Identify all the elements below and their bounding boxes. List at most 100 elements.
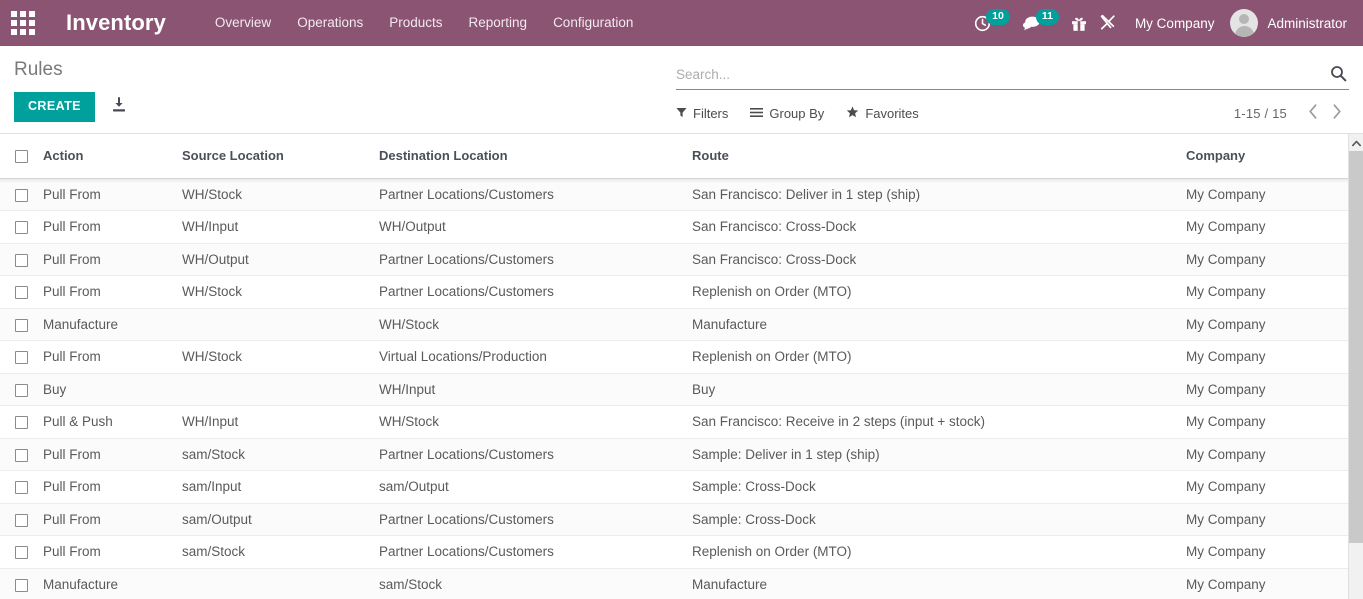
cell-source <box>182 568 379 599</box>
column-header-route[interactable]: Route <box>692 134 1186 178</box>
row-checkbox[interactable] <box>15 416 28 429</box>
search-options-bar: Filters Group By Favor <box>676 99 1349 127</box>
cell-source: WH/Stock <box>182 276 379 309</box>
row-checkbox[interactable] <box>15 579 28 592</box>
cell-action: Pull From <box>43 438 182 471</box>
table-row[interactable]: Pull FromWH/StockVirtual Locations/Produ… <box>0 341 1348 374</box>
table-row[interactable]: Pull FromWH/OutputPartner Locations/Cust… <box>0 243 1348 276</box>
row-checkbox[interactable] <box>15 254 28 267</box>
activity-menu[interactable]: 10 <box>968 0 1016 46</box>
table-row[interactable]: Pull FromWH/StockPartner Locations/Custo… <box>0 276 1348 309</box>
table-row[interactable]: Pull FromWH/StockPartner Locations/Custo… <box>0 178 1348 211</box>
pager-previous-button[interactable] <box>1301 104 1325 122</box>
table-row[interactable]: BuyWH/InputBuyMy Company <box>0 373 1348 406</box>
table-row[interactable]: Pull FromWH/InputWH/OutputSan Francisco:… <box>0 211 1348 244</box>
row-select-cell <box>0 568 43 599</box>
row-checkbox[interactable] <box>15 514 28 527</box>
column-header-destination[interactable]: Destination Location <box>379 134 692 178</box>
cell-source <box>182 308 379 341</box>
select-all-checkbox[interactable] <box>15 150 28 163</box>
table-row[interactable]: Pull Fromsam/OutputPartner Locations/Cus… <box>0 503 1348 536</box>
cell-destination: WH/Stock <box>379 308 692 341</box>
menu-item-operations[interactable]: Operations <box>284 0 376 46</box>
control-panel: Rules CREATE <box>0 46 1363 134</box>
cell-source: sam/Stock <box>182 438 379 471</box>
table-row[interactable]: Pull & PushWH/InputWH/StockSan Francisco… <box>0 406 1348 439</box>
main-menu: Overview Operations Products Reporting C… <box>202 0 646 46</box>
cell-company: My Company <box>1186 211 1348 244</box>
row-checkbox[interactable] <box>15 351 28 364</box>
cell-company: My Company <box>1186 503 1348 536</box>
column-header-action[interactable]: Action <box>43 134 182 178</box>
app-brand-inventory[interactable]: Inventory <box>66 10 166 36</box>
row-select-cell <box>0 373 43 406</box>
group-by-dropdown[interactable]: Group By <box>750 106 824 121</box>
user-menu[interactable]: Administrator <box>1226 9 1355 37</box>
import-records-button[interactable] <box>111 97 127 118</box>
control-panel-left: Rules CREATE <box>0 46 127 122</box>
debug-tools-menu[interactable] <box>1093 0 1123 46</box>
pager-next-button[interactable] <box>1325 104 1349 122</box>
cell-company: My Company <box>1186 308 1348 341</box>
table-row[interactable]: ManufactureWH/StockManufactureMy Company <box>0 308 1348 341</box>
cell-destination: Partner Locations/Customers <box>379 243 692 276</box>
cell-company: My Company <box>1186 373 1348 406</box>
vertical-scrollbar[interactable] <box>1348 134 1363 599</box>
cell-route: Sample: Cross-Dock <box>692 503 1186 536</box>
row-checkbox[interactable] <box>15 546 28 559</box>
table-row[interactable]: Pull Fromsam/Inputsam/OutputSample: Cros… <box>0 471 1348 504</box>
cell-company: My Company <box>1186 471 1348 504</box>
row-select-cell <box>0 276 43 309</box>
cell-action: Buy <box>43 373 182 406</box>
row-checkbox[interactable] <box>15 221 28 234</box>
group-by-label: Group By <box>769 106 824 121</box>
messaging-menu[interactable]: 11 <box>1016 0 1065 46</box>
row-checkbox[interactable] <box>15 449 28 462</box>
select-all-header <box>0 134 43 178</box>
search-button[interactable] <box>1328 65 1349 85</box>
cell-company: My Company <box>1186 243 1348 276</box>
menu-item-reporting[interactable]: Reporting <box>456 0 541 46</box>
search-input[interactable] <box>676 64 1328 86</box>
cell-action: Manufacture <box>43 308 182 341</box>
scrollbar-thumb[interactable] <box>1349 151 1363 543</box>
create-button[interactable]: CREATE <box>14 92 95 122</box>
apps-grid-icon <box>11 11 35 35</box>
company-switcher[interactable]: My Company <box>1123 16 1227 31</box>
messages-count-badge: 11 <box>1036 9 1059 25</box>
cell-route: Replenish on Order (MTO) <box>692 536 1186 569</box>
apps-menu-toggle[interactable] <box>0 0 46 46</box>
gift-menu[interactable] <box>1065 0 1093 46</box>
table-row[interactable]: Pull Fromsam/StockPartner Locations/Cust… <box>0 536 1348 569</box>
cell-source: sam/Input <box>182 471 379 504</box>
cell-destination: Partner Locations/Customers <box>379 276 692 309</box>
row-checkbox[interactable] <box>15 319 28 332</box>
cell-company: My Company <box>1186 568 1348 599</box>
control-panel-right: Filters Group By Favor <box>676 46 1349 127</box>
list-view: Action Source Location Destination Locat… <box>0 134 1363 599</box>
wrench-screwdriver-icon <box>1099 14 1117 32</box>
column-header-company[interactable]: Company <box>1186 134 1348 178</box>
cell-destination: WH/Stock <box>379 406 692 439</box>
menu-item-configuration[interactable]: Configuration <box>540 0 646 46</box>
table-row[interactable]: Pull Fromsam/StockPartner Locations/Cust… <box>0 438 1348 471</box>
row-select-cell <box>0 471 43 504</box>
cell-route: Manufacture <box>692 308 1186 341</box>
menu-item-overview[interactable]: Overview <box>202 0 284 46</box>
cell-source: WH/Input <box>182 211 379 244</box>
filters-dropdown[interactable]: Filters <box>676 106 728 121</box>
table-header-row: Action Source Location Destination Locat… <box>0 134 1348 178</box>
row-select-cell <box>0 308 43 341</box>
table-row[interactable]: Manufacturesam/StockManufactureMy Compan… <box>0 568 1348 599</box>
column-header-source[interactable]: Source Location <box>182 134 379 178</box>
scroll-up-button[interactable] <box>1349 134 1363 151</box>
row-checkbox[interactable] <box>15 189 28 202</box>
row-checkbox[interactable] <box>15 286 28 299</box>
rules-table: Action Source Location Destination Locat… <box>0 134 1348 599</box>
favorites-dropdown[interactable]: Favorites <box>846 106 918 121</box>
row-checkbox[interactable] <box>15 384 28 397</box>
row-checkbox[interactable] <box>15 481 28 494</box>
cell-action: Pull From <box>43 211 182 244</box>
cell-source: sam/Stock <box>182 536 379 569</box>
menu-item-products[interactable]: Products <box>376 0 455 46</box>
